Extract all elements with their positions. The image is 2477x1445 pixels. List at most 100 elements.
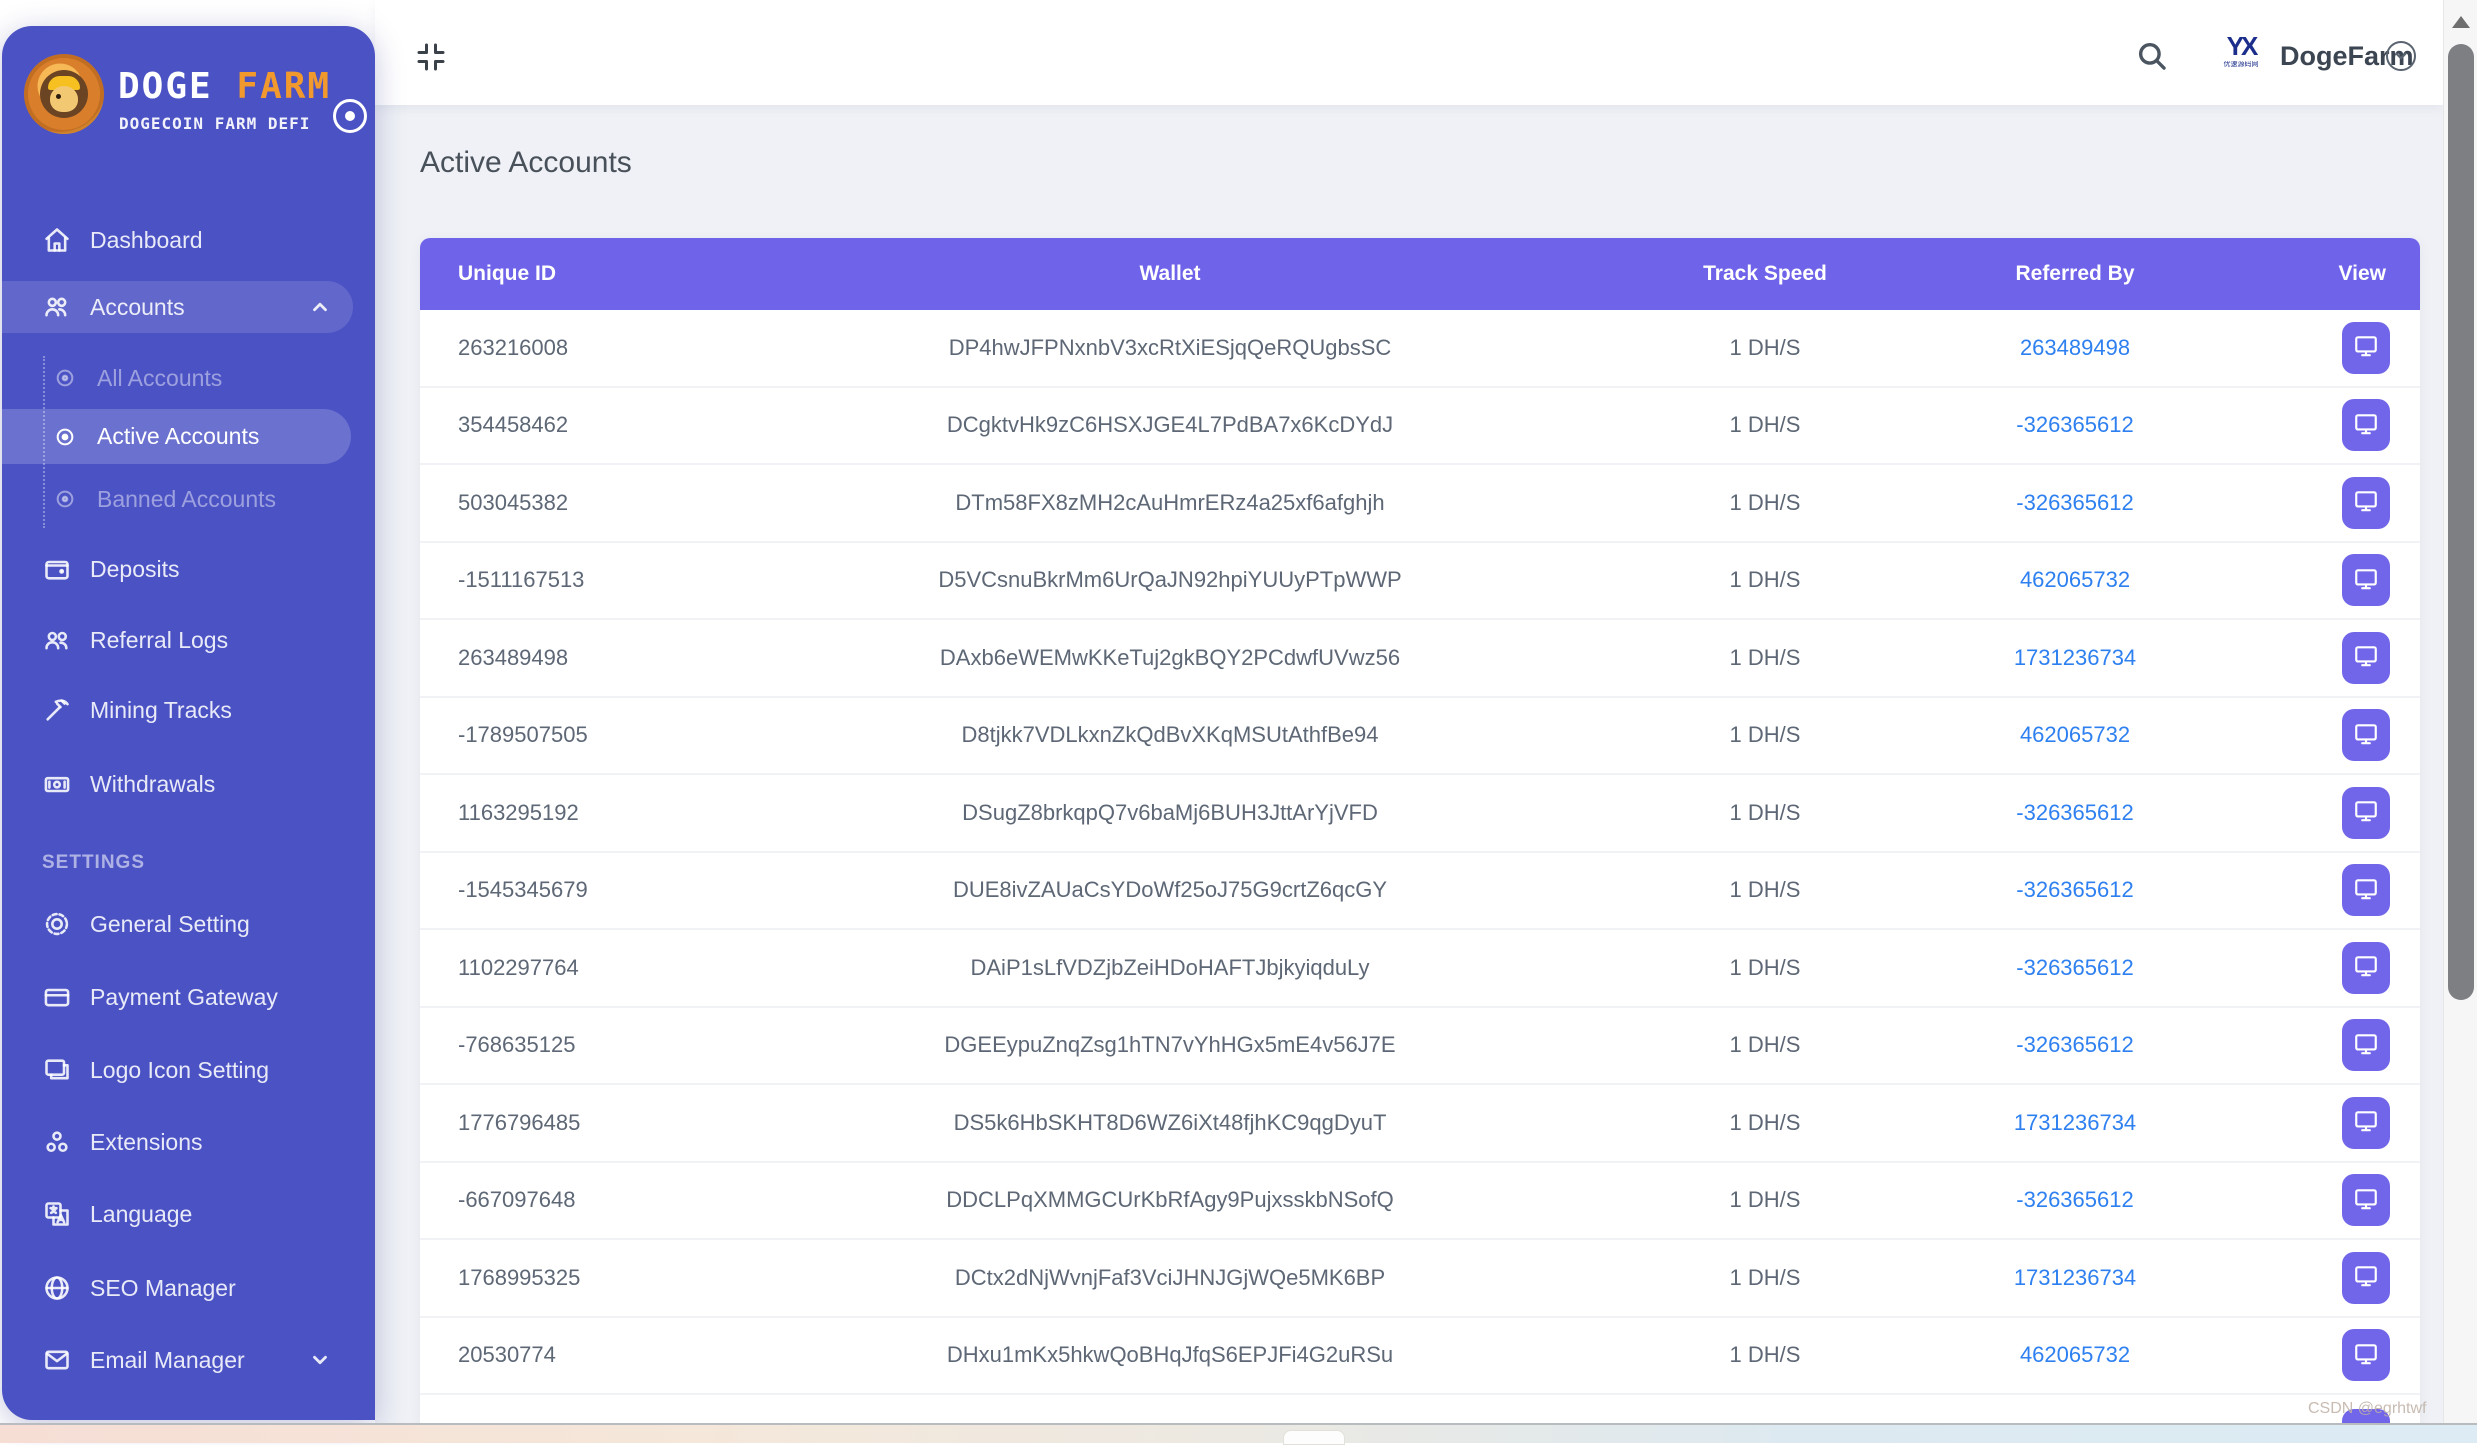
compress-layout-icon[interactable] <box>413 39 449 75</box>
referred-by-link[interactable]: -326365612 <box>2016 955 2133 980</box>
unique-id-cell: -1511167513 <box>458 567 585 593</box>
view-cell <box>2240 1174 2420 1227</box>
referred-by-link[interactable]: 1731236734 <box>2014 1110 2136 1135</box>
sidebar-item-email-manager[interactable]: Email Manager <box>2 1333 353 1387</box>
search-icon[interactable] <box>2135 39 2169 73</box>
referred-by-link[interactable]: -326365612 <box>2016 877 2133 902</box>
column-header-wallet: Wallet <box>1139 262 1201 285</box>
monitor-icon <box>2353 643 2379 672</box>
view-button[interactable] <box>2342 1019 2390 1072</box>
sidebar-item-seo-manager[interactable]: SEO Manager <box>2 1261 353 1315</box>
circle-dot-icon <box>54 367 76 389</box>
sidebar-item-active-accounts[interactable]: Active Accounts <box>2 409 351 464</box>
unique-id-cell: 263216008 <box>458 334 569 360</box>
view-cell <box>2240 941 2420 994</box>
sidebar-toggle-button[interactable] <box>333 99 367 133</box>
column-header-view: View <box>2338 262 2386 285</box>
sidebar-item-withdrawals[interactable]: Withdrawals <box>2 757 353 811</box>
csdn-watermark: CSDN @egrhtwf <box>2308 1400 2427 1417</box>
referred-by-link[interactable]: -326365612 <box>2016 800 2133 825</box>
brand-subtitle: DOGECOIN FARM DEFI <box>119 114 311 133</box>
referred-by-link[interactable]: -326365612 <box>2016 412 2133 437</box>
view-button[interactable] <box>2342 1174 2390 1227</box>
table-row: 263216008 DP4hwJFPNxnbV3xcRtXiESjqQeRQUg… <box>420 310 2420 388</box>
unique-id-cell: 1768995325 <box>458 1264 581 1290</box>
view-button[interactable] <box>2342 709 2390 762</box>
monitor-icon <box>2353 721 2379 750</box>
sidebar-item-referral-logs[interactable]: Referral Logs <box>2 613 353 667</box>
sidebar-item-payment-gateway[interactable]: Payment Gateway <box>2 970 353 1024</box>
unique-id-cell: 1776796485 <box>458 1109 581 1135</box>
track-speed-cell: 1 DH/S <box>1729 1187 1801 1213</box>
view-button[interactable] <box>2342 399 2390 452</box>
wallet-cell: DCtx2dNjWvnjFaf3VciJHNJGjWQe5MK6BP <box>954 1264 1386 1290</box>
unique-id-cell: 20530774 <box>458 1342 556 1368</box>
referred-by-cell: -326365612 <box>1910 412 2240 438</box>
referred-by-link[interactable]: 462065732 <box>2020 722 2130 747</box>
track-speed-cell: 1 DH/S <box>1729 877 1801 903</box>
view-cell <box>2240 554 2420 607</box>
view-button[interactable] <box>2342 941 2390 994</box>
avatar[interactable]: YX 优速源码网 <box>2218 31 2264 83</box>
monitor-icon <box>2353 1341 2379 1370</box>
view-button[interactable] <box>2342 1329 2390 1382</box>
sidebar-item-all-accounts[interactable]: All Accounts <box>2 350 351 406</box>
referred-by-link[interactable]: -326365612 <box>2016 1032 2133 1057</box>
sidebar-item-dashboard[interactable]: Dashboard <box>2 213 353 267</box>
view-cell <box>2240 1251 2420 1304</box>
page-title: Active Accounts <box>420 146 632 179</box>
view-button[interactable] <box>2342 631 2390 684</box>
referred-by-link[interactable]: -326365612 <box>2016 490 2133 515</box>
wallet-cell: DS5k6HbSKHT8D6WZ6iXt48fjhKC9qgDyuT <box>953 1109 1387 1135</box>
table-row: 1163295192 DSugZ8brkqpQ7v6baMj6BUH3JttAr… <box>420 775 2420 853</box>
referred-by-link[interactable]: 462065732 <box>2020 1342 2130 1367</box>
user-chevron-down-icon[interactable] <box>2386 41 2416 71</box>
referred-by-link[interactable]: 462065732 <box>2020 567 2130 592</box>
view-button[interactable] <box>2342 476 2390 529</box>
monitor-icon <box>2353 953 2379 982</box>
view-cell <box>2240 399 2420 452</box>
track-speed-cell: 1 DH/S <box>1729 1264 1801 1290</box>
gear-icon <box>42 909 72 939</box>
view-button[interactable] <box>2342 1096 2390 1149</box>
sidebar-item-language[interactable]: Language <box>2 1187 353 1241</box>
bottom-window-edge <box>0 1423 2477 1445</box>
table-row: 503045382 DTm58FX8zMH2cAuHmrERz4a25xf6af… <box>420 465 2420 543</box>
circle-dot-icon <box>54 488 76 510</box>
referred-by-cell: 462065732 <box>1910 567 2240 593</box>
credit-card-icon <box>42 982 72 1012</box>
view-cell <box>2240 864 2420 917</box>
sidebar-item-extensions[interactable]: Extensions <box>2 1115 353 1169</box>
table-row: -1789507505 D8tjkk7VDLkxnZkQdBvXKqMSUtAt… <box>420 697 2420 775</box>
scrollbar-thumb[interactable] <box>2448 44 2474 1000</box>
monitor-icon <box>2353 798 2379 827</box>
view-button[interactable] <box>2342 554 2390 607</box>
doge-avatar-icon <box>40 70 88 118</box>
referred-by-link[interactable]: -326365612 <box>2016 1187 2133 1212</box>
referred-by-link[interactable]: 263489498 <box>2020 335 2130 360</box>
view-button[interactable] <box>2342 321 2390 374</box>
track-speed-cell: 1 DH/S <box>1729 799 1801 825</box>
sidebar-item-general-setting[interactable]: General Setting <box>2 897 353 951</box>
track-speed-cell: 1 DH/S <box>1729 1032 1801 1058</box>
referred-by-link[interactable]: 1731236734 <box>2014 1265 2136 1290</box>
referred-by-cell: 1731236734 <box>1910 1110 2240 1136</box>
home-icon <box>42 225 72 255</box>
page-scrollbar[interactable] <box>2443 0 2477 1443</box>
sidebar-item-accounts[interactable]: Accounts <box>2 281 353 333</box>
view-button[interactable] <box>2342 1251 2390 1304</box>
sidebar-item-mining-tracks[interactable]: Mining Tracks <box>2 683 353 737</box>
view-button[interactable] <box>2342 864 2390 917</box>
chevron-down-icon <box>309 1349 331 1371</box>
unique-id-cell: 263489498 <box>458 644 569 670</box>
table-row: -1511167513 D5VCsnuBkrMm6UrQaJN92hpiYUUy… <box>420 542 2420 620</box>
sidebar-item-logo-icon-setting[interactable]: Logo Icon Setting <box>2 1043 353 1097</box>
referred-by-link[interactable]: 1731236734 <box>2014 645 2136 670</box>
wallet-cell: DSugZ8brkqpQ7v6baMj6BUH3JttArYjVFD <box>962 799 1378 825</box>
sidebar-item-deposits[interactable]: Deposits <box>2 542 353 596</box>
sidebar-item-banned-accounts[interactable]: Banned Accounts <box>2 471 351 527</box>
scroll-up-arrow-icon[interactable] <box>2452 16 2470 28</box>
monitor-icon <box>2353 1263 2379 1292</box>
referred-by-cell: 1731236734 <box>1910 645 2240 671</box>
view-button[interactable] <box>2342 786 2390 839</box>
